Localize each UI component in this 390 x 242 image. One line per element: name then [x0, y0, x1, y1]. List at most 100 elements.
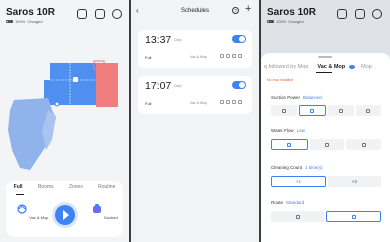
battery-status: 100% Charged: [6, 19, 43, 24]
water-icon: [226, 54, 230, 58]
schedule-setting-icons: [220, 54, 242, 58]
clean-mode-sheet: q followed by Mop Vac & Mop Mop No mop i…: [261, 53, 390, 242]
control-card: Full Rooms Zones Routine Vac & Mop Docke…: [6, 181, 123, 237]
count-value: 1 time(s): [305, 165, 323, 170]
device-name: Saros 10R: [6, 7, 55, 18]
count-1-option[interactable]: ×1: [271, 176, 326, 187]
route-quick-option[interactable]: [271, 211, 324, 222]
battery-level: 100%: [15, 19, 26, 24]
mode-tabs: Full Rooms Zones Routine: [6, 184, 123, 190]
schedule-setting-icons: [220, 100, 242, 104]
water-high-icon: [361, 142, 366, 147]
settings-icon[interactable]: [112, 9, 122, 19]
dock-icon: [73, 77, 78, 82]
tab-vac-then-mop[interactable]: q followed by Mop: [261, 64, 311, 70]
vac-mop-button[interactable]: Vac & Mop: [16, 203, 48, 220]
suction-icon: [220, 54, 224, 58]
docked-icon: [93, 204, 101, 213]
tab-full[interactable]: Full: [14, 184, 23, 190]
page-title: Schedules: [180, 8, 210, 14]
start-button[interactable]: [55, 205, 75, 225]
water-medium-option[interactable]: [309, 139, 345, 150]
robot-position-icon: [54, 101, 60, 107]
help-icon[interactable]: ?: [232, 7, 239, 14]
suction-balanced-option[interactable]: [298, 105, 326, 116]
water-value: Low: [296, 128, 305, 133]
water-low-icon: [287, 142, 292, 147]
floor-map[interactable]: [0, 30, 129, 180]
battery-status: 100% Charged: [267, 19, 304, 24]
water-title: Water Flow: [271, 128, 294, 133]
route-options: [271, 211, 381, 222]
suction-turbo-option[interactable]: [328, 105, 354, 116]
route-standard-icon: [351, 214, 356, 219]
max-icon: [366, 108, 371, 113]
schedule-mode: Full: [145, 101, 152, 106]
suction-max-option[interactable]: [355, 105, 381, 116]
active-tab-underline: [16, 194, 24, 195]
video-icon[interactable]: [337, 9, 347, 19]
schedule-toggle[interactable]: [232, 81, 246, 89]
device-name: Saros 10R: [267, 7, 316, 18]
tab-vac-mop-label: Vac & Mop: [317, 64, 346, 70]
water-low-option[interactable]: [271, 139, 308, 150]
schedule-time: 17:07: [145, 80, 172, 92]
settings-icon[interactable]: [372, 9, 382, 19]
water-high-option[interactable]: [346, 139, 382, 150]
suction-options: [271, 105, 381, 116]
schedule-card[interactable]: 17:07 Daily Full Vac & Mop: [138, 76, 252, 114]
tab-rooms[interactable]: Rooms: [38, 184, 54, 190]
cleaning-count-label: Cleaning Count 1 time(s): [271, 165, 323, 170]
route-value: Standard: [286, 200, 305, 205]
vac-mop-label: Vac & Mop: [29, 215, 49, 220]
balanced-icon: [310, 108, 315, 113]
video-icon[interactable]: [77, 9, 87, 19]
clean-settings-panel: Saros 10R 100% Charged q followed by Mop…: [261, 0, 390, 242]
schedule-toggle[interactable]: [232, 35, 246, 43]
route-quick-icon: [295, 214, 300, 219]
suction-value: Balanced: [303, 95, 322, 100]
no-mop-warning: No mop installed: [267, 78, 294, 82]
battery-level: 100%: [276, 19, 287, 24]
schedule-card[interactable]: 13:37 Daily Full Vac & Mop: [138, 30, 252, 68]
sheet-handle[interactable]: [318, 56, 332, 58]
schedule-day: Daily: [174, 38, 182, 42]
suction-quiet-option[interactable]: [271, 105, 297, 116]
water-flow-options: [271, 139, 382, 150]
docked-label: Docked: [104, 215, 118, 220]
count-2-option[interactable]: ×2: [328, 176, 381, 187]
dock-button[interactable]: Docked: [91, 203, 118, 220]
charge-status: Charged: [288, 19, 304, 24]
route-icon: [238, 54, 242, 58]
suction-label: Suction Power Balanced: [271, 95, 322, 100]
tab-mop[interactable]: Mop: [358, 64, 375, 70]
route-standard-option[interactable]: [326, 211, 381, 222]
charge-status: Charged: [27, 19, 43, 24]
water-medium-icon: [325, 142, 329, 147]
room-blue: [50, 63, 96, 105]
edit-icon[interactable]: [355, 9, 365, 19]
schedule-type: Vac & Mop: [190, 101, 207, 105]
schedule-time: 13:37: [145, 34, 172, 46]
add-schedule-button[interactable]: +: [245, 3, 251, 15]
edit-icon[interactable]: [95, 9, 105, 19]
suction-icon: [220, 100, 224, 104]
suction-title: Suction Power: [271, 95, 301, 100]
schedules-panel: ‹ Schedules ? + 13:37 Daily Full Vac & M…: [131, 0, 259, 242]
tab-routine[interactable]: Routine: [98, 184, 115, 190]
vac-mop-icon: [17, 204, 27, 214]
tab-vac-mop[interactable]: Vac & Mop: [311, 64, 358, 70]
water-flow-label: Water Flow Low: [271, 128, 305, 133]
route-icon: [238, 100, 242, 104]
count-icon: [232, 100, 236, 104]
battery-icon: [6, 19, 13, 24]
room-red: [96, 63, 118, 107]
schedule-type: Vac & Mop: [190, 55, 207, 59]
water-icon: [226, 100, 230, 104]
check-icon: [349, 64, 356, 69]
schedule-mode: Full: [145, 55, 152, 60]
tab-zones[interactable]: Zones: [69, 184, 83, 190]
active-tab-underline: [316, 72, 332, 73]
turbo-icon: [338, 108, 343, 113]
route-label: Route Standard: [271, 200, 304, 205]
